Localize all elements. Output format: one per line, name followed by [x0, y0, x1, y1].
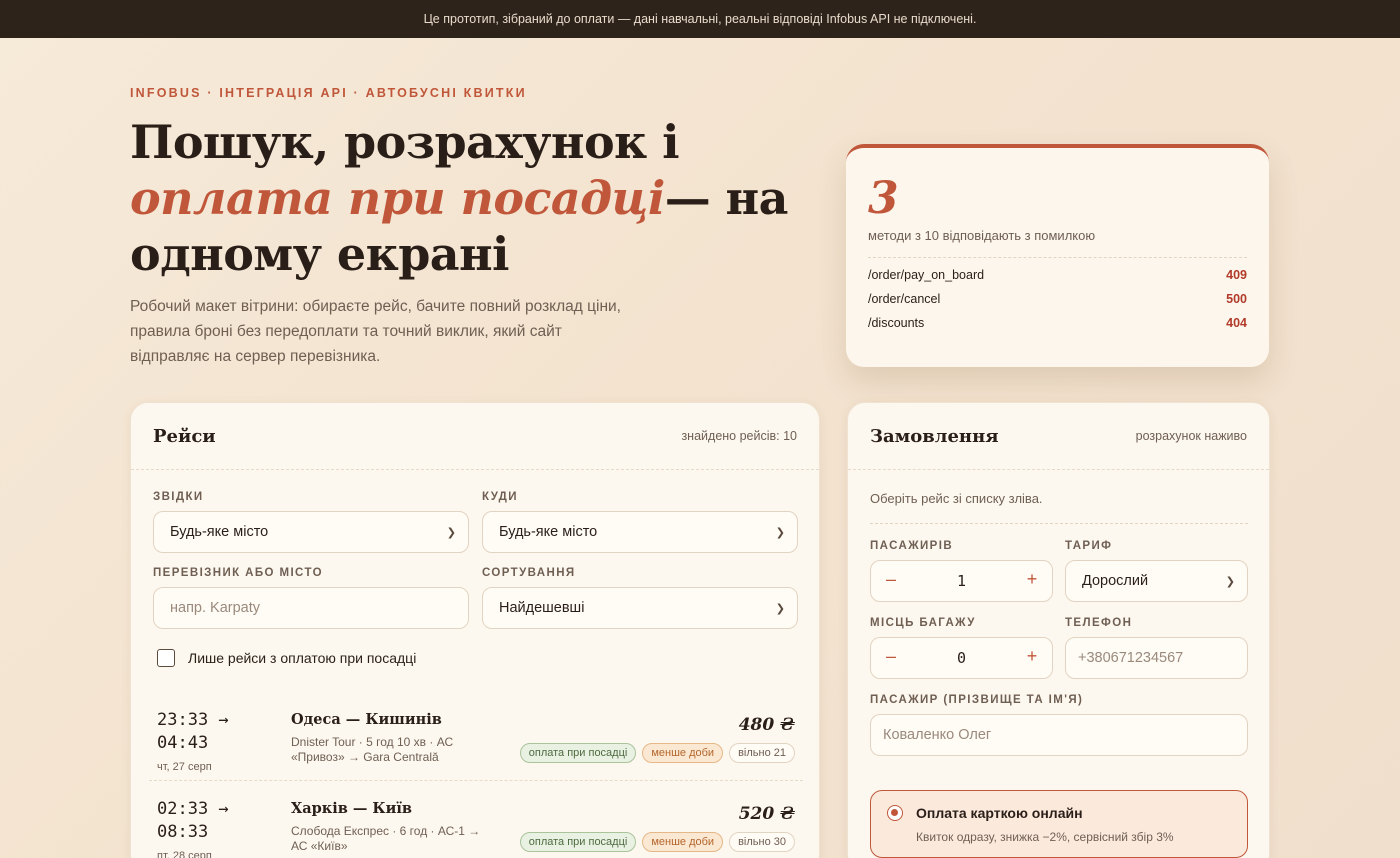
carrier-search-input[interactable]: напр. Karpaty: [153, 587, 469, 629]
trip-description: Слобода Експрес · 6 год · АС-1 → АС «Киї…: [291, 824, 481, 853]
phone-input[interactable]: +380671234567: [1065, 637, 1248, 679]
trips-count: знайдено рейсів: 10: [681, 429, 797, 443]
error-row: /order/cancel 500: [868, 292, 1247, 306]
trip-price: 480 ₴: [738, 715, 795, 735]
chevron-down-icon: ❯: [775, 603, 785, 615]
trip-price: 520 ₴: [738, 804, 795, 824]
chevron-down-icon: ❯: [775, 527, 785, 539]
radio-selected-icon[interactable]: [887, 805, 903, 821]
pay-on-board-badge: оплата при посадці: [519, 743, 637, 763]
status-code: 500: [1226, 292, 1247, 306]
to-select[interactable]: Будь-яке місто ❯: [482, 511, 798, 553]
trip-route: Харків — Київ: [291, 800, 412, 817]
order-hint: Оберіть рейс зі списку зліва.: [870, 491, 1043, 506]
increment-button[interactable]: +: [1020, 569, 1044, 590]
payment-option-title: Оплата карткою онлайн: [916, 805, 1083, 821]
phone-label: ТЕЛЕФОН: [1065, 617, 1133, 629]
status-code: 404: [1226, 316, 1247, 330]
chevron-down-icon: ❯: [1225, 576, 1235, 588]
order-panel: Замовлення розрахунок наживо Оберіть рей…: [847, 402, 1270, 858]
passenger-name-label: ПАСАЖИР (ПРІЗВИЩЕ ТА ІМ'Я): [870, 694, 1084, 706]
trip-divider: [149, 780, 803, 781]
carrier-label: ПЕРЕВІЗНИК АБО МІСТО: [153, 567, 323, 579]
endpoint: /order/cancel: [868, 292, 941, 306]
seats-badge: вільно 30: [729, 832, 795, 852]
increment-button[interactable]: +: [1020, 646, 1044, 667]
status-code: 409: [1226, 268, 1247, 282]
seats-badge: вільно 21: [729, 743, 795, 763]
trips-title: Рейси: [153, 425, 216, 447]
trip-time: 23:33 → 04:43: [157, 710, 229, 753]
trips-panel: Рейси знайдено рейсів: 10 ЗВІДКИ Будь-як…: [130, 402, 820, 858]
pay-on-board-badge: оплата при посадці: [519, 832, 637, 852]
trip-route: Одеса — Кишинів: [291, 711, 442, 728]
page-title: Пошук, розрахунок і оплата при посадці— …: [130, 115, 788, 281]
order-title: Замовлення: [870, 425, 999, 447]
baggage-label: МІСЦЬ БАГАЖУ: [870, 617, 976, 629]
sort-select[interactable]: Найдешевші ❯: [482, 587, 798, 629]
payment-option-card[interactable]: Оплата карткою онлайн Квиток одразу, зни…: [870, 790, 1248, 858]
trip-row[interactable]: 23:33 → 04:43 чт, 27 серп Одеса — Кишинів…: [149, 709, 803, 797]
passengers-stepper[interactable]: – 1 +: [870, 560, 1053, 602]
error-count: 3: [868, 173, 899, 224]
hero-subtitle: Робочий макет вітрини: обираєте рейс, ба…: [130, 298, 621, 365]
chevron-down-icon: ❯: [446, 527, 456, 539]
short-trip-badge: менше доби: [642, 743, 724, 763]
sort-label: СОРТУВАННЯ: [482, 567, 576, 579]
pay-on-board-filter[interactable]: Лише рейси з оплатою при посадці: [157, 649, 416, 667]
trip-row[interactable]: 02:33 → 08:33 пт, 28 серп Харків — Київ С…: [149, 798, 803, 858]
pay-on-board-checkbox[interactable]: [157, 649, 175, 667]
payment-option-description: Квиток одразу, знижка −2%, сервісний збі…: [916, 830, 1174, 844]
error-caption: методи з 10 відповідають з помилкою: [868, 228, 1247, 258]
from-label: ЗВІДКИ: [153, 491, 204, 503]
divider: [870, 523, 1248, 524]
order-meta: розрахунок наживо: [1135, 429, 1247, 443]
trip-time: 02:33 → 08:33: [157, 799, 229, 842]
error-row: /order/pay_on_board 409: [868, 268, 1247, 282]
endpoint: /discounts: [868, 316, 925, 330]
passengers-label: ПАСАЖИРІВ: [870, 540, 954, 552]
tariff-label: ТАРИФ: [1065, 540, 1113, 552]
trip-date: чт, 27 серп: [157, 761, 212, 773]
checkbox-label: Лише рейси з оплатою при посадці: [188, 650, 417, 666]
error-row: /discounts 404: [868, 316, 1247, 330]
baggage-stepper[interactable]: – 0 +: [870, 637, 1053, 679]
to-label: КУДИ: [482, 491, 518, 503]
tariff-select[interactable]: Дорослий ❯: [1065, 560, 1248, 602]
from-select[interactable]: Будь-яке місто ❯: [153, 511, 469, 553]
prototype-banner: Це прототип, зібраний до оплати — дані н…: [0, 0, 1400, 38]
error-stats-card: 3 методи з 10 відповідають з помилкою /o…: [846, 144, 1269, 367]
trip-description: Dnister Tour · 5 год 10 хв · АС «Привоз»…: [291, 735, 454, 764]
trip-date: пт, 28 серп: [157, 850, 212, 858]
endpoint: /order/pay_on_board: [868, 268, 985, 282]
short-trip-badge: менше доби: [642, 832, 724, 852]
passenger-name-input[interactable]: Коваленко Олег: [870, 714, 1248, 756]
hero-eyebrow: INFOBUS · ІНТЕГРАЦІЯ API · АВТОБУСНІ КВИ…: [130, 86, 527, 100]
